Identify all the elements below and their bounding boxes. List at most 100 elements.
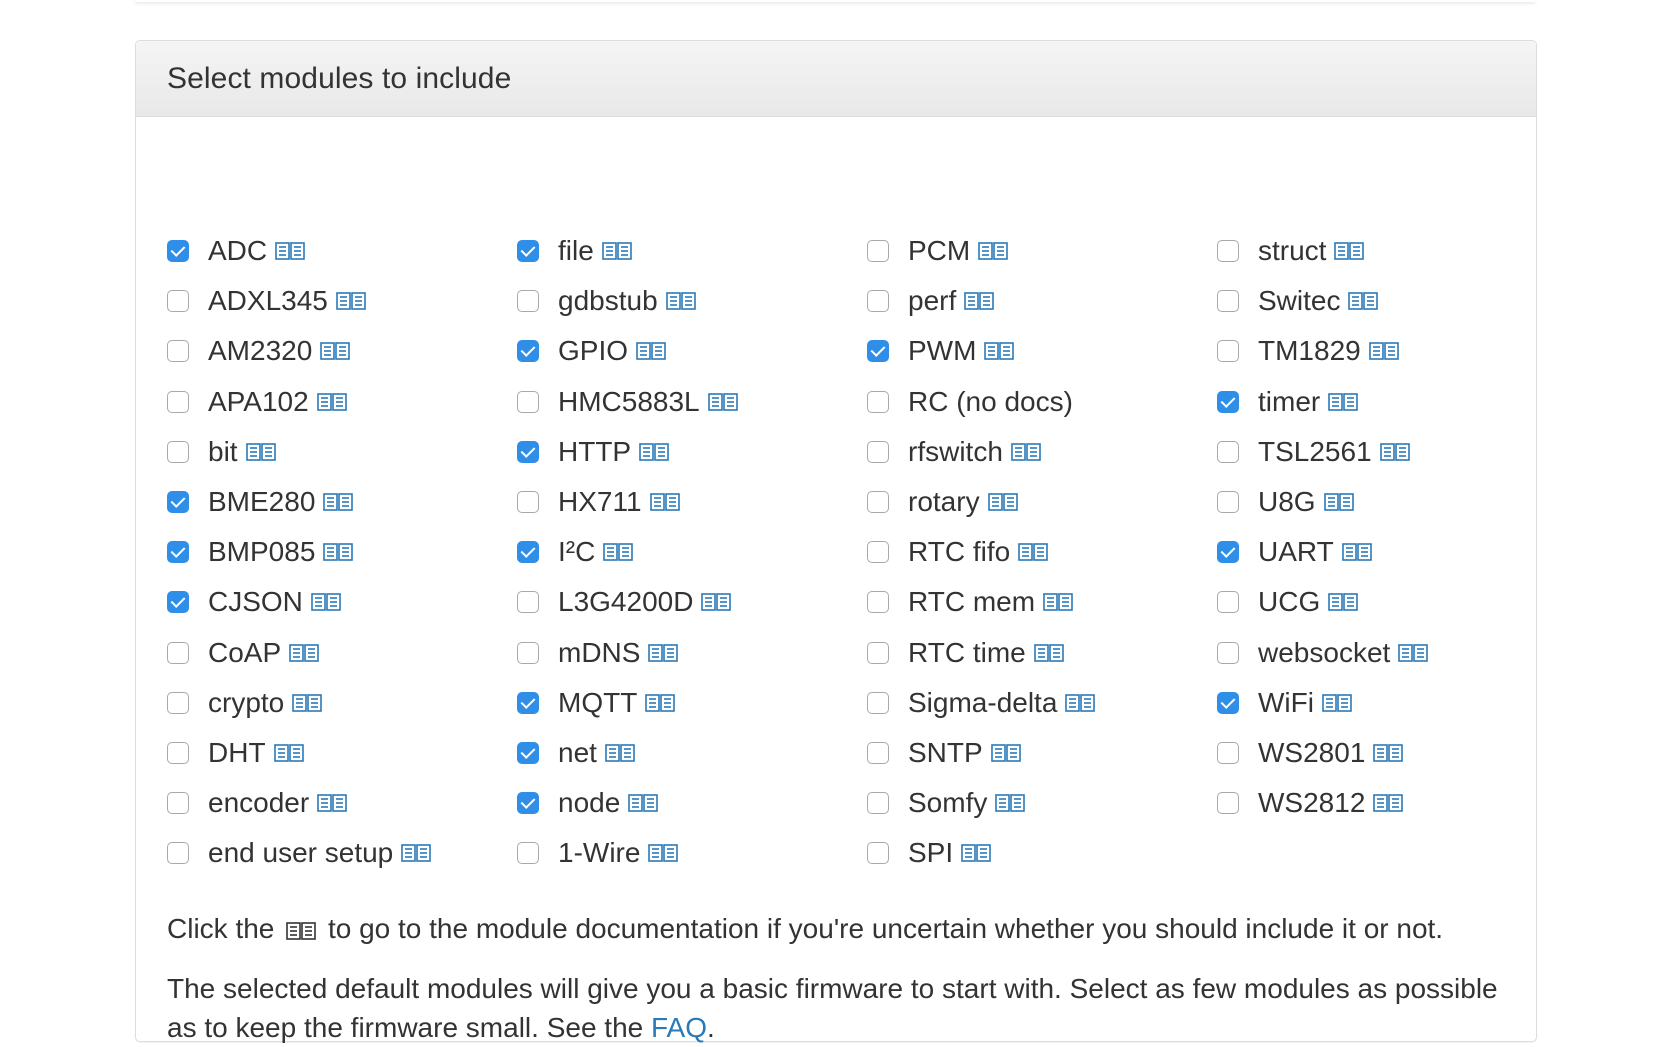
module-option[interactable]: DHT xyxy=(167,728,517,778)
module-option[interactable]: rfswitch xyxy=(867,427,1217,477)
module-option[interactable]: UART xyxy=(1217,527,1547,577)
module-checkbox[interactable] xyxy=(167,541,189,564)
book-icon[interactable] xyxy=(1397,642,1429,664)
book-icon[interactable] xyxy=(1010,441,1042,463)
module-option[interactable]: rotary xyxy=(867,477,1217,527)
book-icon[interactable] xyxy=(335,290,367,312)
book-icon[interactable] xyxy=(994,792,1026,814)
module-checkbox[interactable] xyxy=(867,390,889,413)
module-option[interactable]: perf xyxy=(867,276,1217,326)
book-icon[interactable] xyxy=(601,240,633,262)
book-icon[interactable] xyxy=(322,541,354,563)
module-option[interactable]: WiFi xyxy=(1217,678,1547,728)
book-icon[interactable] xyxy=(960,842,992,864)
book-icon[interactable] xyxy=(1064,692,1096,714)
book-icon[interactable] xyxy=(1372,742,1404,764)
module-checkbox[interactable] xyxy=(867,691,889,714)
module-option[interactable]: GPIO xyxy=(517,326,867,376)
module-option[interactable]: net xyxy=(517,728,867,778)
module-checkbox[interactable] xyxy=(1217,440,1239,463)
module-checkbox[interactable] xyxy=(167,591,189,614)
module-option[interactable]: crypto xyxy=(167,678,517,728)
book-icon[interactable] xyxy=(990,742,1022,764)
module-option[interactable]: ADC xyxy=(167,226,517,276)
module-option[interactable]: TSL2561 xyxy=(1217,427,1547,477)
book-icon[interactable] xyxy=(1033,642,1065,664)
module-checkbox[interactable] xyxy=(167,491,189,514)
book-icon[interactable] xyxy=(707,391,739,413)
module-checkbox[interactable] xyxy=(867,792,889,815)
book-icon[interactable] xyxy=(644,692,676,714)
book-icon[interactable] xyxy=(638,441,670,463)
book-icon[interactable] xyxy=(1321,692,1353,714)
module-checkbox[interactable] xyxy=(1217,792,1239,815)
module-checkbox[interactable] xyxy=(867,541,889,564)
module-option[interactable]: RTC mem xyxy=(867,577,1217,627)
module-option[interactable]: AM2320 xyxy=(167,326,517,376)
module-checkbox[interactable] xyxy=(517,340,539,363)
module-checkbox[interactable] xyxy=(167,792,189,815)
module-checkbox[interactable] xyxy=(167,440,189,463)
module-checkbox[interactable] xyxy=(517,741,539,764)
module-checkbox[interactable] xyxy=(867,440,889,463)
module-checkbox[interactable] xyxy=(1217,641,1239,664)
module-option[interactable]: I²C xyxy=(517,527,867,577)
book-icon[interactable] xyxy=(310,591,342,613)
module-option[interactable]: PCM xyxy=(867,226,1217,276)
module-option[interactable]: CJSON xyxy=(167,577,517,627)
book-icon[interactable] xyxy=(665,290,697,312)
module-option[interactable]: PWM xyxy=(867,326,1217,376)
module-option[interactable]: TM1829 xyxy=(1217,326,1547,376)
module-option[interactable]: CoAP xyxy=(167,628,517,678)
module-checkbox[interactable] xyxy=(867,591,889,614)
module-checkbox[interactable] xyxy=(167,340,189,363)
module-option[interactable]: BME280 xyxy=(167,477,517,527)
module-checkbox[interactable] xyxy=(867,290,889,313)
module-checkbox[interactable] xyxy=(1217,691,1239,714)
module-option[interactable]: WS2801 xyxy=(1217,728,1547,778)
module-checkbox[interactable] xyxy=(1217,541,1239,564)
book-icon[interactable] xyxy=(635,340,667,362)
module-option[interactable]: BMP085 xyxy=(167,527,517,577)
module-option[interactable]: node xyxy=(517,778,867,828)
book-icon[interactable] xyxy=(1347,290,1379,312)
book-icon[interactable] xyxy=(647,642,679,664)
module-checkbox[interactable] xyxy=(1217,240,1239,263)
module-checkbox[interactable] xyxy=(167,691,189,714)
module-option[interactable]: U8G xyxy=(1217,477,1547,527)
module-option[interactable]: Switec xyxy=(1217,276,1547,326)
book-icon[interactable] xyxy=(288,642,320,664)
module-option[interactable]: Sigma-delta xyxy=(867,678,1217,728)
module-option[interactable]: RTC time xyxy=(867,628,1217,678)
module-checkbox[interactable] xyxy=(167,240,189,263)
module-checkbox[interactable] xyxy=(1217,741,1239,764)
module-option[interactable]: 1-Wire xyxy=(517,828,867,878)
module-option[interactable]: SNTP xyxy=(867,728,1217,778)
module-option[interactable]: bit xyxy=(167,427,517,477)
book-icon[interactable] xyxy=(400,842,432,864)
module-checkbox[interactable] xyxy=(167,290,189,313)
module-checkbox[interactable] xyxy=(517,541,539,564)
book-icon[interactable] xyxy=(1379,441,1411,463)
module-checkbox[interactable] xyxy=(1217,340,1239,363)
module-checkbox[interactable] xyxy=(167,741,189,764)
module-option[interactable]: UCG xyxy=(1217,577,1547,627)
module-checkbox[interactable] xyxy=(867,491,889,514)
book-icon[interactable] xyxy=(1327,391,1359,413)
book-icon[interactable] xyxy=(274,240,306,262)
module-option[interactable]: HX711 xyxy=(517,477,867,527)
module-checkbox[interactable] xyxy=(517,591,539,614)
book-icon[interactable] xyxy=(316,792,348,814)
module-checkbox[interactable] xyxy=(1217,591,1239,614)
book-icon[interactable] xyxy=(322,491,354,513)
book-icon[interactable] xyxy=(245,441,277,463)
module-checkbox[interactable] xyxy=(867,240,889,263)
module-option[interactable]: encoder xyxy=(167,778,517,828)
book-icon[interactable] xyxy=(1323,491,1355,513)
book-icon[interactable] xyxy=(604,742,636,764)
book-icon[interactable] xyxy=(1341,541,1373,563)
module-option[interactable]: gdbstub xyxy=(517,276,867,326)
module-option[interactable]: struct xyxy=(1217,226,1547,276)
book-icon[interactable] xyxy=(319,340,351,362)
book-icon[interactable] xyxy=(647,842,679,864)
